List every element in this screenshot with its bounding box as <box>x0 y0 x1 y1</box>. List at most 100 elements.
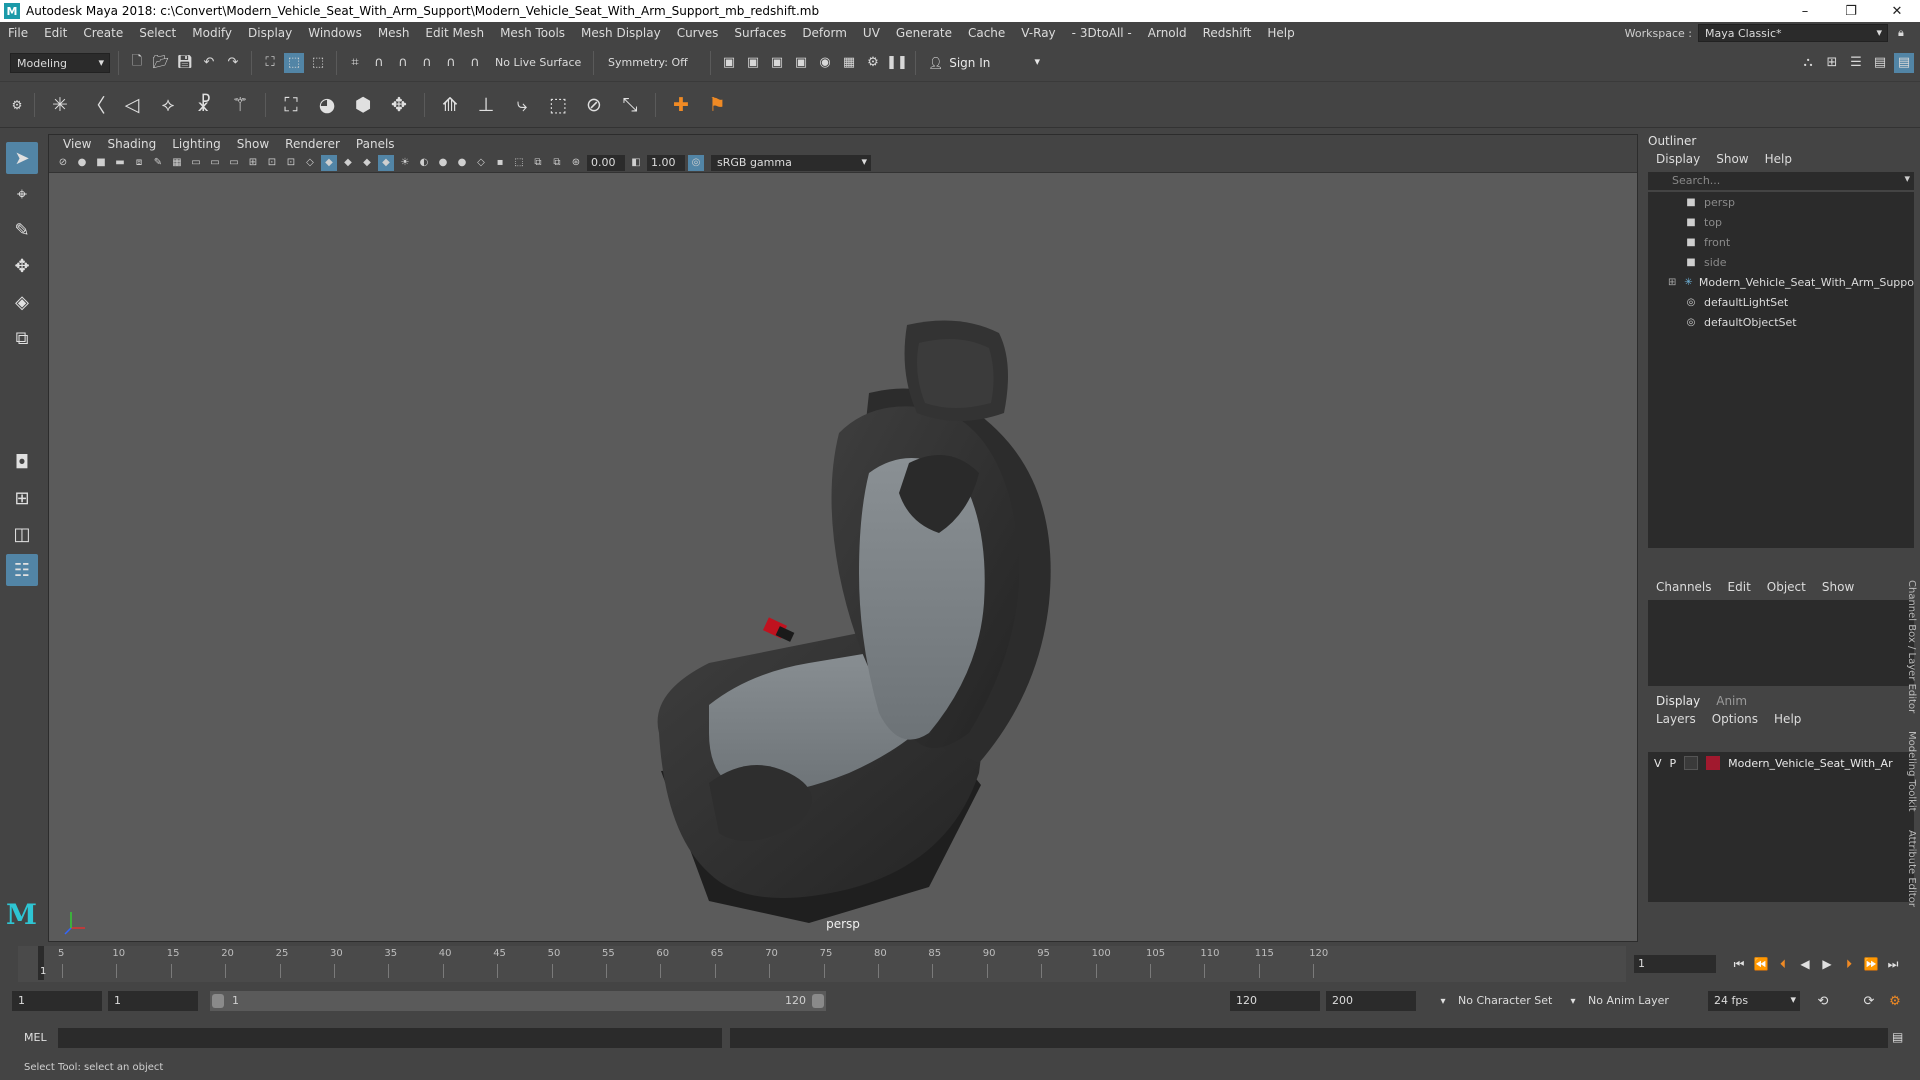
animation-start-field[interactable]: 1 <box>12 991 102 1011</box>
shelf-snowflake-icon[interactable]: ✳ <box>45 90 75 120</box>
two-view-layout-icon[interactable]: ◫ <box>6 518 38 550</box>
step-back-frame-icon[interactable]: ⏴ <box>1774 955 1792 973</box>
textured-icon[interactable]: ◆ <box>359 155 375 171</box>
symmetry-dropdown[interactable]: Symmetry: Off <box>602 52 702 73</box>
depth-of-field-icon[interactable]: ◇ <box>473 155 489 171</box>
viewport-menu-view[interactable]: View <box>55 137 99 151</box>
menu-mesh-tools[interactable]: Mesh Tools <box>492 26 573 40</box>
layer-row[interactable]: V P Modern_Vehicle_Seat_With_Ar <box>1648 752 1914 774</box>
wireframe-icon[interactable]: ◇ <box>302 155 318 171</box>
attribute-editor-toggle-icon[interactable]: ⊞ <box>1822 53 1842 73</box>
shelf-cluster-icon[interactable]: ⚑ <box>702 90 732 120</box>
shelf-curve-icon[interactable]: ⟡ <box>153 90 183 120</box>
gamma-field[interactable]: 1.00 <box>647 154 685 171</box>
lock-icon[interactable]: 🔒︎ <box>1898 26 1912 40</box>
select-object-icon[interactable]: ⬚ <box>284 52 304 73</box>
render-settings-icon[interactable]: ▣ <box>791 53 811 73</box>
menu-edit[interactable]: Edit <box>36 26 75 40</box>
playback-start-field[interactable]: 1 <box>108 991 198 1011</box>
animation-prefs-icon[interactable]: ⚙ <box>1886 992 1904 1010</box>
grid-toggle-icon[interactable]: ▦ <box>169 155 185 171</box>
layer-color-swatch[interactable] <box>1706 756 1721 770</box>
menu-curves[interactable]: Curves <box>669 26 727 40</box>
hypershade-icon[interactable]: ◉ <box>815 53 835 73</box>
shelf-character-icon[interactable]: ⚚ <box>225 90 255 120</box>
render-setup-icon[interactable]: ⚙ <box>863 53 883 73</box>
side-tab-attribute-editor[interactable]: Attribute Editor <box>1906 830 1917 907</box>
snap-curve-icon[interactable]: ∩ <box>369 53 389 73</box>
film-gate-icon[interactable]: ▭ <box>188 155 204 171</box>
xray-icon[interactable]: ⬚ <box>511 155 527 171</box>
smooth-shade-icon[interactable]: ◆ <box>321 154 337 171</box>
channel-box-toggle-icon[interactable]: ▤ <box>1870 53 1890 73</box>
four-view-layout-icon[interactable]: ⊞ <box>6 482 38 514</box>
xray-joints-icon[interactable]: ⧉ <box>530 155 546 171</box>
outliner-layout-icon[interactable]: ☷ <box>6 554 38 586</box>
shelf-bind-skin-icon[interactable]: ⛶ <box>276 90 306 120</box>
viewport-menu-panels[interactable]: Panels <box>348 137 403 151</box>
shelf-constraint-icon[interactable]: ⟰ <box>435 90 465 120</box>
undo-icon[interactable]: ↶ <box>199 53 219 73</box>
wireframe-on-shaded-icon[interactable]: ◆ <box>340 155 356 171</box>
menu-help[interactable]: Help <box>1259 26 1302 40</box>
xray-components-icon[interactable]: ⧉ <box>549 155 565 171</box>
screen-space-ao-icon[interactable]: ◐ <box>416 155 432 171</box>
channels-menu-object[interactable]: Object <box>1759 580 1814 594</box>
shelf-joint-icon[interactable]: 〈 <box>81 90 111 120</box>
render-current-icon[interactable]: ▣ <box>719 53 739 73</box>
color-management-icon[interactable]: ◎ <box>688 154 704 171</box>
shelf-paint-weights-icon[interactable]: ✥ <box>384 90 414 120</box>
expand-icon[interactable]: ⊞ <box>1668 277 1676 288</box>
ipr-render-icon[interactable]: ▣ <box>767 53 787 73</box>
resolution-gate-icon[interactable]: ▭ <box>207 155 223 171</box>
menu-edit-mesh[interactable]: Edit Mesh <box>417 26 492 40</box>
shelf-parent-constraint-icon[interactable]: ⊥ <box>471 90 501 120</box>
viewport-menu-lighting[interactable]: Lighting <box>164 137 229 151</box>
layer-name[interactable]: Modern_Vehicle_Seat_With_Ar <box>1728 757 1892 770</box>
menu-modify[interactable]: Modify <box>184 26 240 40</box>
camera-attributes-icon[interactable]: ⊘ <box>55 155 71 171</box>
playback-end-field[interactable]: 120 <box>1230 991 1320 1011</box>
select-component-icon[interactable]: ⬚ <box>308 53 328 73</box>
safe-action-icon[interactable]: ⊡ <box>264 155 280 171</box>
use-all-lights-icon[interactable]: ◆ <box>378 154 394 171</box>
menu-create[interactable]: Create <box>75 26 131 40</box>
menu-deform[interactable]: Deform <box>794 26 855 40</box>
snap-surface-icon[interactable]: ∩ <box>441 53 461 73</box>
bookmark-icon[interactable]: ■ <box>93 155 109 171</box>
command-input[interactable] <box>58 1028 722 1048</box>
layers-menu-options[interactable]: Options <box>1704 712 1766 726</box>
side-tab-modeling-toolkit[interactable]: Modeling Toolkit <box>1906 731 1917 812</box>
layer-visibility-toggle[interactable]: V <box>1654 757 1662 770</box>
motion-blur-icon[interactable]: ● <box>435 155 451 171</box>
snap-point-icon[interactable]: ∩ <box>393 53 413 73</box>
shelf-orient-constraint-icon[interactable]: ⤡ <box>615 90 645 120</box>
anim-layer-icon[interactable]: ▾ <box>1564 992 1582 1010</box>
go-to-start-icon[interactable]: ⏮ <box>1730 955 1748 973</box>
go-to-end-icon[interactable]: ⏭ <box>1884 955 1902 973</box>
outliner-row-object-set[interactable]: ◎ defaultObjectSet <box>1648 312 1914 332</box>
field-chart-icon[interactable]: ⊞ <box>245 155 261 171</box>
menu-arnold[interactable]: Arnold <box>1140 26 1195 40</box>
outliner-list[interactable]: ■ persp ■ top ■ front ■ side ⊞ ✳ Modern_… <box>1648 192 1914 548</box>
outliner-menu-help[interactable]: Help <box>1757 152 1800 166</box>
shelf-sphere-icon[interactable]: ◕ <box>312 90 342 120</box>
range-slider[interactable]: 1 120 <box>210 991 826 1011</box>
channels-menu-show[interactable]: Show <box>1814 580 1862 594</box>
exposure-field[interactable]: 0.00 <box>587 154 625 171</box>
viewport-menu-shading[interactable]: Shading <box>99 137 164 151</box>
single-perspective-layout-icon[interactable]: ◘ <box>6 446 38 478</box>
paint-select-tool-icon[interactable]: ✎ <box>6 214 38 246</box>
tool-settings-toggle-icon[interactable]: ☰ <box>1846 53 1866 73</box>
auto-key-icon[interactable]: ⟳ <box>1860 992 1878 1010</box>
anim-layer-label[interactable]: No Anim Layer <box>1588 994 1669 1007</box>
render-view-icon[interactable]: ▦ <box>839 53 859 73</box>
layer-type-box[interactable] <box>1684 756 1699 770</box>
character-set-label[interactable]: No Character Set <box>1458 994 1552 1007</box>
outliner-menu-show[interactable]: Show <box>1708 152 1756 166</box>
shelf-settings-icon[interactable]: ⚙ <box>10 90 24 120</box>
shelf-aim-constraint-icon[interactable]: ⤷ <box>507 90 537 120</box>
shelf-locator-icon[interactable]: ✚ <box>666 90 696 120</box>
shelf-scale-constraint-icon[interactable]: ⬚ <box>543 90 573 120</box>
outliner-row-front[interactable]: ■ front <box>1648 232 1914 252</box>
